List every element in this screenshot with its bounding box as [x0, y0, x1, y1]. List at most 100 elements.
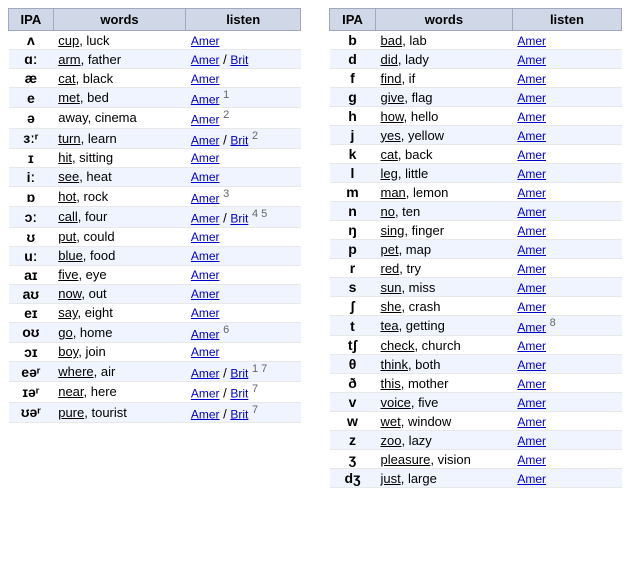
listen-cell: Amer — [512, 145, 621, 164]
words-cell: cup, luck — [53, 31, 186, 50]
amer-link[interactable]: Amer — [191, 170, 220, 184]
amer-link[interactable]: Amer — [517, 281, 546, 295]
amer-link[interactable]: Amer — [191, 113, 220, 127]
words-cell: no, ten — [375, 202, 512, 221]
amer-link[interactable]: Amer — [517, 34, 546, 48]
ipa-cell: z — [330, 431, 376, 450]
amer-link[interactable]: Amer — [191, 366, 220, 380]
ipa-cell: ɔɪ — [9, 342, 54, 361]
amer-link[interactable]: Amer — [191, 212, 220, 226]
listen-cell: Amer — [512, 336, 621, 355]
amer-link[interactable]: Amer — [191, 306, 220, 320]
amer-link[interactable]: Amer — [191, 230, 220, 244]
amer-link[interactable]: Amer — [517, 358, 546, 372]
note: 2 — [223, 109, 229, 121]
listen-cell: Amer — [186, 167, 301, 186]
amer-link[interactable]: Amer — [191, 191, 220, 205]
table-row: t tea, getting Amer 8 — [330, 316, 622, 336]
table-row: oʊ go, home Amer 6 — [9, 322, 301, 342]
consonants-words-header: words — [375, 9, 512, 31]
amer-link[interactable]: Amer — [191, 327, 220, 341]
amer-link[interactable]: Amer — [191, 345, 220, 359]
amer-link[interactable]: Amer — [191, 133, 220, 147]
ipa-cell: l — [330, 164, 376, 183]
amer-link[interactable]: Amer — [191, 34, 220, 48]
table-row: ɜːʳ turn, learn Amer / Brit 2 — [9, 128, 301, 148]
listen-cell: Amer — [186, 246, 301, 265]
words-cell: just, large — [375, 469, 512, 488]
listen-cell: Amer / Brit 7 — [186, 402, 301, 422]
amer-link[interactable]: Amer — [517, 110, 546, 124]
listen-cell: Amer — [512, 297, 621, 316]
table-row: ŋ sing, finger Amer — [330, 221, 622, 240]
table-row: e met, bed Amer 1 — [9, 88, 301, 108]
table-row: ɒ hot, rock Amer 3 — [9, 186, 301, 206]
brit-link[interactable]: Brit — [230, 366, 248, 380]
amer-link[interactable]: Amer — [191, 407, 220, 421]
ipa-cell: k — [330, 145, 376, 164]
amer-link[interactable]: Amer — [517, 186, 546, 200]
ipa-cell: p — [330, 240, 376, 259]
listen-cell: Amer — [512, 221, 621, 240]
listen-cell: Amer 3 — [186, 186, 301, 206]
amer-link[interactable]: Amer — [191, 72, 220, 86]
table-row: ʊəʳ pure, tourist Amer / Brit 7 — [9, 402, 301, 422]
words-cell: sing, finger — [375, 221, 512, 240]
ipa-cell: ə — [9, 108, 54, 128]
amer-link[interactable]: Amer — [191, 151, 220, 165]
amer-link[interactable]: Amer — [517, 300, 546, 314]
consonants-listen-header: listen — [512, 9, 621, 31]
listen-cell: Amer — [186, 265, 301, 284]
words-cell: how, hello — [375, 107, 512, 126]
amer-link[interactable]: Amer — [191, 249, 220, 263]
amer-link[interactable]: Amer — [517, 224, 546, 238]
listen-cell: Amer — [512, 412, 621, 431]
amer-link[interactable]: Amer — [517, 434, 546, 448]
words-cell: met, bed — [53, 88, 186, 108]
brit-link[interactable]: Brit — [230, 53, 248, 67]
ipa-cell: ɔː — [9, 207, 54, 227]
amer-link[interactable]: Amer — [517, 243, 546, 257]
amer-link[interactable]: Amer — [191, 92, 220, 106]
table-row: ʌ cup, luck Amer — [9, 31, 301, 50]
amer-link[interactable]: Amer — [517, 148, 546, 162]
amer-link[interactable]: Amer — [191, 387, 220, 401]
amer-link[interactable]: Amer — [517, 91, 546, 105]
brit-link[interactable]: Brit — [230, 212, 248, 226]
amer-link[interactable]: Amer — [517, 339, 546, 353]
ipa-cell: æ — [9, 69, 54, 88]
amer-link[interactable]: Amer — [517, 320, 546, 334]
amer-link[interactable]: Amer — [191, 53, 220, 67]
listen-cell: Amer — [512, 31, 621, 50]
table-row: æ cat, black Amer — [9, 69, 301, 88]
brit-link[interactable]: Brit — [230, 407, 248, 421]
amer-link[interactable]: Amer — [517, 377, 546, 391]
brit-link[interactable]: Brit — [230, 133, 248, 147]
amer-link[interactable]: Amer — [191, 287, 220, 301]
ipa-cell: d — [330, 50, 376, 69]
note: 1 7 — [252, 363, 267, 375]
amer-link[interactable]: Amer — [517, 472, 546, 486]
amer-link[interactable]: Amer — [517, 262, 546, 276]
table-row: b bad, lab Amer — [330, 31, 622, 50]
amer-link[interactable]: Amer — [191, 268, 220, 282]
amer-link[interactable]: Amer — [517, 129, 546, 143]
ipa-cell: eɪ — [9, 303, 54, 322]
amer-link[interactable]: Amer — [517, 53, 546, 67]
ipa-cell: θ — [330, 355, 376, 374]
listen-cell: Amer / Brit 4 5 — [186, 207, 301, 227]
note: 4 5 — [252, 208, 267, 220]
ipa-cell: b — [330, 31, 376, 50]
amer-link[interactable]: Amer — [517, 167, 546, 181]
table-row: z zoo, lazy Amer — [330, 431, 622, 450]
words-cell: near, here — [53, 382, 186, 402]
amer-link[interactable]: Amer — [517, 453, 546, 467]
amer-link[interactable]: Amer — [517, 205, 546, 219]
table-row: aʊ now, out Amer — [9, 284, 301, 303]
brit-link[interactable]: Brit — [230, 387, 248, 401]
amer-link[interactable]: Amer — [517, 72, 546, 86]
amer-link[interactable]: Amer — [517, 396, 546, 410]
words-cell: say, eight — [53, 303, 186, 322]
words-cell: man, lemon — [375, 183, 512, 202]
amer-link[interactable]: Amer — [517, 415, 546, 429]
